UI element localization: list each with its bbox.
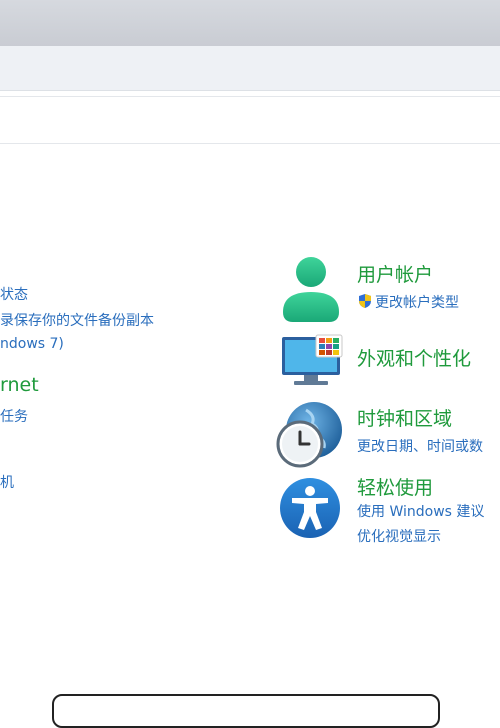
user-accounts-heading[interactable]: 用户帐户 [357,260,433,287]
network-tasks-link[interactable]: 任务 [0,406,28,426]
ease-of-access-heading[interactable]: 轻松使用 [357,473,433,500]
optimize-visual-display-link[interactable]: 优化视觉显示 [357,526,441,546]
let-windows-suggest-link[interactable]: 使用 Windows 建议 [357,501,484,521]
clock-globe-icon[interactable] [276,400,344,468]
user-icon[interactable] [280,254,342,324]
monitor-icon[interactable] [280,333,344,389]
clock-region-heading[interactable]: 时钟和区域 [357,404,452,431]
address-bar[interactable] [0,46,500,91]
file-history-link[interactable]: 录保存你的文件备份副本 [0,310,154,330]
backup-status-link[interactable]: 状态 [0,284,28,304]
toolbar-row [0,96,500,144]
change-account-type-link[interactable]: 更改帐户类型 [357,292,459,312]
appearance-heading[interactable]: 外观和个性化 [357,344,471,371]
hardware-link[interactable]: 机 [0,472,14,492]
network-internet-heading[interactable]: rnet [0,374,39,396]
backup-restore-windows7-link[interactable]: ndows 7) [0,336,64,352]
window-title-bar [0,0,500,46]
change-date-time-link[interactable]: 更改日期、时间或数 [357,436,483,456]
accessibility-icon[interactable] [278,476,342,540]
bottom-frame-overlay [52,694,440,728]
change-account-type-label: 更改帐户类型 [375,295,459,311]
uac-shield-icon [359,294,371,308]
